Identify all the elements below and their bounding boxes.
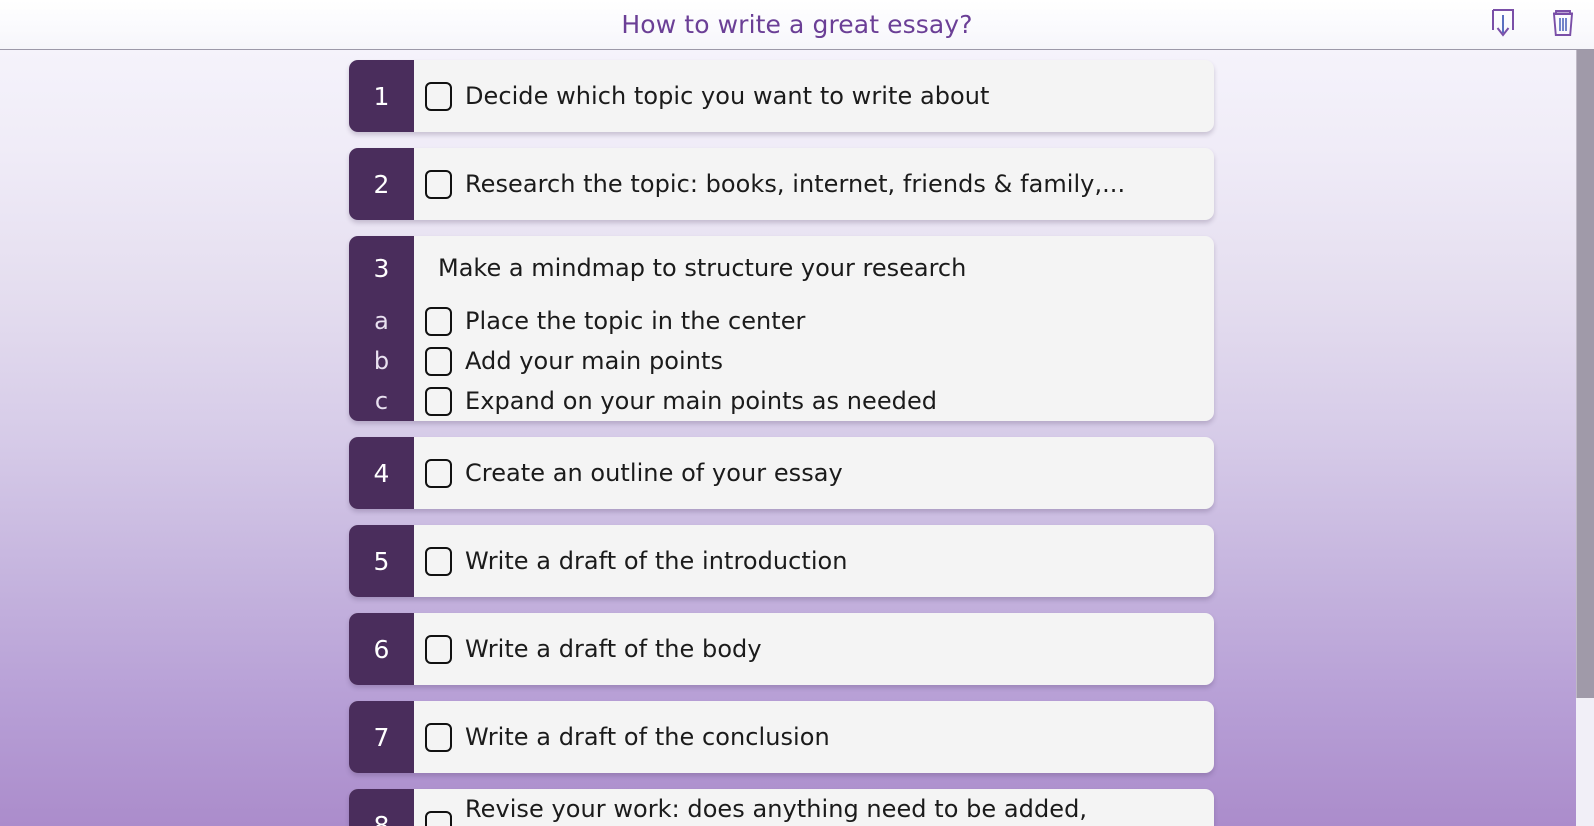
substep-number: a <box>374 307 389 335</box>
step-number: 1 <box>373 81 390 111</box>
download-button[interactable] <box>1486 7 1520 43</box>
task-card[interactable]: 1 Decide which topic you want to write ab… <box>349 60 1214 132</box>
step-number: 6 <box>373 634 390 664</box>
checkbox[interactable] <box>425 810 452 826</box>
task-content: Create an outline of your essay <box>414 437 1214 509</box>
task-card[interactable]: 2 Research the topic: books, internet, fr… <box>349 148 1214 220</box>
checkbox[interactable] <box>425 306 452 336</box>
task-label: Create an outline of your essay <box>465 458 843 487</box>
task-content: Revise your work: does anything need to … <box>414 789 1214 826</box>
checkbox[interactable] <box>425 81 452 111</box>
task-content: Make a mindmap to structure your researc… <box>414 236 1214 421</box>
task-label: Add your main points <box>465 346 723 375</box>
step-number: 8 <box>373 810 390 826</box>
download-icon <box>1490 8 1516 42</box>
checkbox[interactable] <box>425 722 452 752</box>
header-actions <box>1486 0 1580 50</box>
task-label: Write a draft of the body <box>465 634 762 663</box>
checklist: 1 Decide which topic you want to write ab… <box>0 50 1594 826</box>
substep-number: b <box>373 347 390 375</box>
checkbox[interactable] <box>425 169 452 199</box>
task-label: Expand on your main points as needed <box>465 386 938 415</box>
checkbox[interactable] <box>425 346 452 376</box>
task-label: Decide which topic you want to write abo… <box>465 81 990 110</box>
task-content: Research the topic: books, internet, fri… <box>414 148 1214 220</box>
step-number-badge: 2 <box>349 148 414 220</box>
task-card[interactable]: 5 Write a draft of the introduction <box>349 525 1214 597</box>
step-number-badge: 8 <box>349 789 414 826</box>
delete-button[interactable] <box>1546 7 1580 43</box>
task-card[interactable]: 7 Write a draft of the conclusion <box>349 701 1214 773</box>
task-content: Write a draft of the introduction <box>414 525 1214 597</box>
task-item[interactable]: Write a draft of the introduction <box>414 529 1202 594</box>
task-item[interactable]: Research the topic: books, internet, fri… <box>414 152 1202 217</box>
step-number: 3 <box>373 254 390 283</box>
trash-icon <box>1550 8 1576 42</box>
task-subitem[interactable]: Place the topic in the center <box>414 301 1202 341</box>
checkbox[interactable] <box>425 386 452 416</box>
task-label: Write a draft of the conclusion <box>465 722 830 751</box>
task-label: Research the topic: books, internet, fri… <box>465 169 1126 198</box>
checklist-scroll-area: 1 Decide which topic you want to write ab… <box>0 50 1594 826</box>
app-header: How to write a great essay? <box>0 0 1594 50</box>
checkbox[interactable] <box>425 634 452 664</box>
step-number-badge: 7 <box>349 701 414 773</box>
step-number: 2 <box>373 169 390 199</box>
task-card[interactable]: 4 Create an outline of your essay <box>349 437 1214 509</box>
step-number-badge: 6 <box>349 613 414 685</box>
step-number-badge: 5 <box>349 525 414 597</box>
task-item[interactable]: Create an outline of your essay <box>414 441 1202 506</box>
task-item[interactable]: Revise your work: does anything need to … <box>414 793 1202 826</box>
task-subitem[interactable]: Expand on your main points as needed <box>414 381 1202 421</box>
task-label: Make a mindmap to structure your researc… <box>438 254 967 283</box>
task-card[interactable]: 8 Revise your work: does anything need to… <box>349 789 1214 826</box>
task-item[interactable]: Write a draft of the body <box>414 617 1202 682</box>
task-group-header: Make a mindmap to structure your researc… <box>414 236 1202 301</box>
task-subitem[interactable]: Add your main points <box>414 341 1202 381</box>
task-card[interactable]: 3 a b c Make a mindmap to structure your res… <box>349 236 1214 421</box>
task-content: Write a draft of the body <box>414 613 1214 685</box>
task-card[interactable]: 6 Write a draft of the body <box>349 613 1214 685</box>
vertical-scrollbar-thumb[interactable] <box>1576 50 1594 698</box>
step-number-badge: 1 <box>349 60 414 132</box>
checkbox[interactable] <box>425 546 452 576</box>
task-item[interactable]: Decide which topic you want to write abo… <box>414 64 1202 129</box>
checkbox[interactable] <box>425 458 452 488</box>
task-label: Write a draft of the introduction <box>465 546 848 575</box>
page-title: How to write a great essay? <box>621 9 973 39</box>
task-content: Write a draft of the conclusion <box>414 701 1214 773</box>
step-number: 7 <box>373 722 390 752</box>
task-item[interactable]: Write a draft of the conclusion <box>414 705 1202 770</box>
substep-number: c <box>374 387 389 415</box>
task-content: Decide which topic you want to write abo… <box>414 60 1214 132</box>
step-number-badge: 3 abc <box>349 236 414 421</box>
task-label: Revise your work: does anything need to … <box>465 795 1088 824</box>
step-number-badge: 4 <box>349 437 414 509</box>
step-number: 5 <box>373 546 390 576</box>
task-label: Place the topic in the center <box>465 306 806 335</box>
step-number: 4 <box>373 458 390 488</box>
